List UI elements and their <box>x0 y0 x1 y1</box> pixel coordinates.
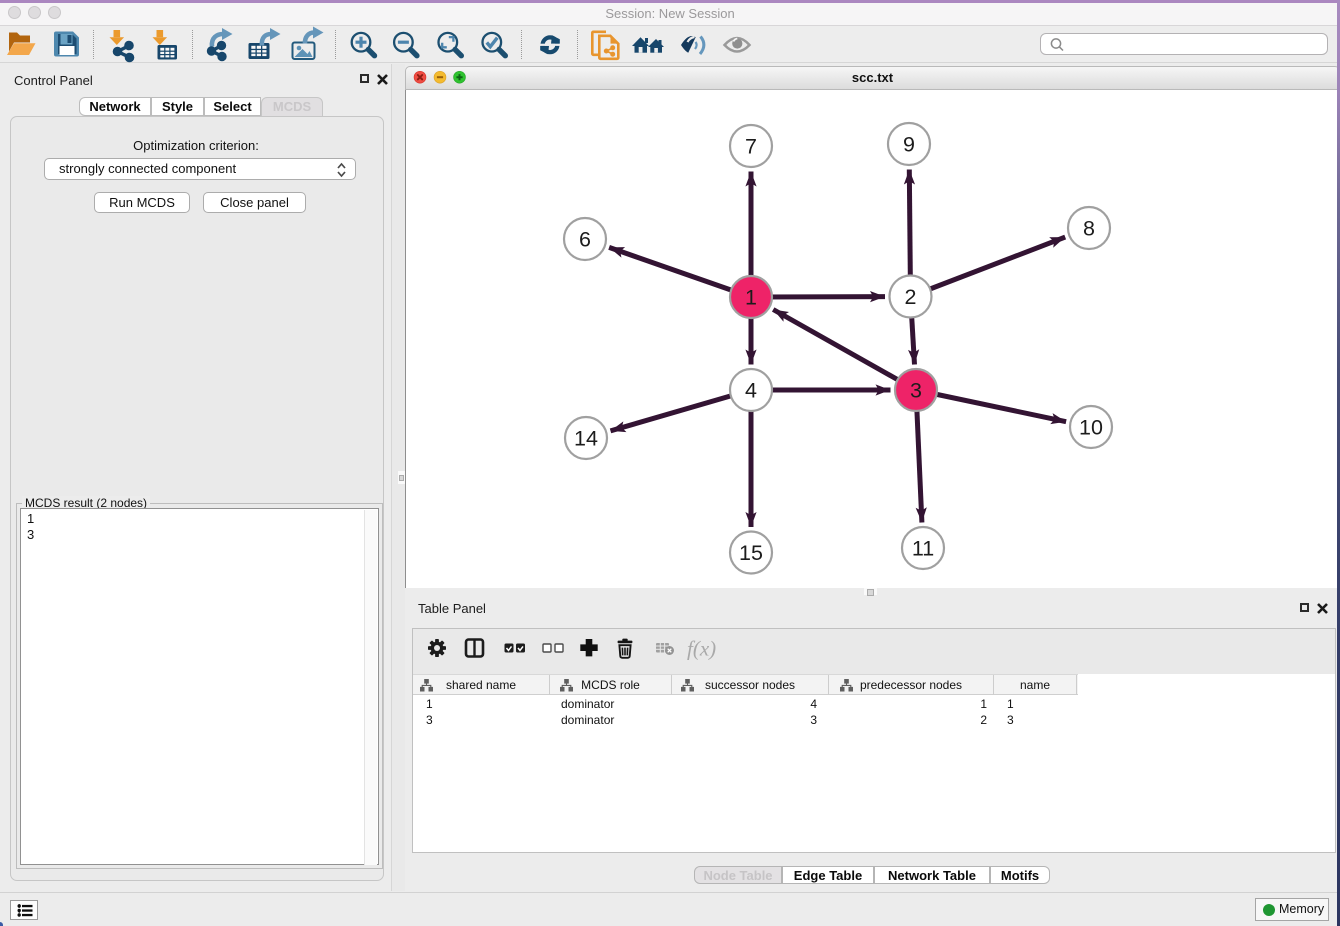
svg-text:f(x): f(x) <box>687 637 716 661</box>
svg-text:1: 1 <box>745 286 757 310</box>
svg-text:15: 15 <box>739 541 763 565</box>
svg-text:9: 9 <box>903 133 915 157</box>
svg-text:6: 6 <box>579 228 591 252</box>
svg-text:4: 4 <box>745 379 757 403</box>
svg-text:3: 3 <box>910 379 922 403</box>
svg-text:2: 2 <box>905 285 917 309</box>
svg-text:8: 8 <box>1083 217 1095 241</box>
svg-text:7: 7 <box>745 135 757 159</box>
svg-text:14: 14 <box>574 427 598 451</box>
svg-text:10: 10 <box>1079 416 1103 440</box>
svg-text:11: 11 <box>912 537 934 561</box>
